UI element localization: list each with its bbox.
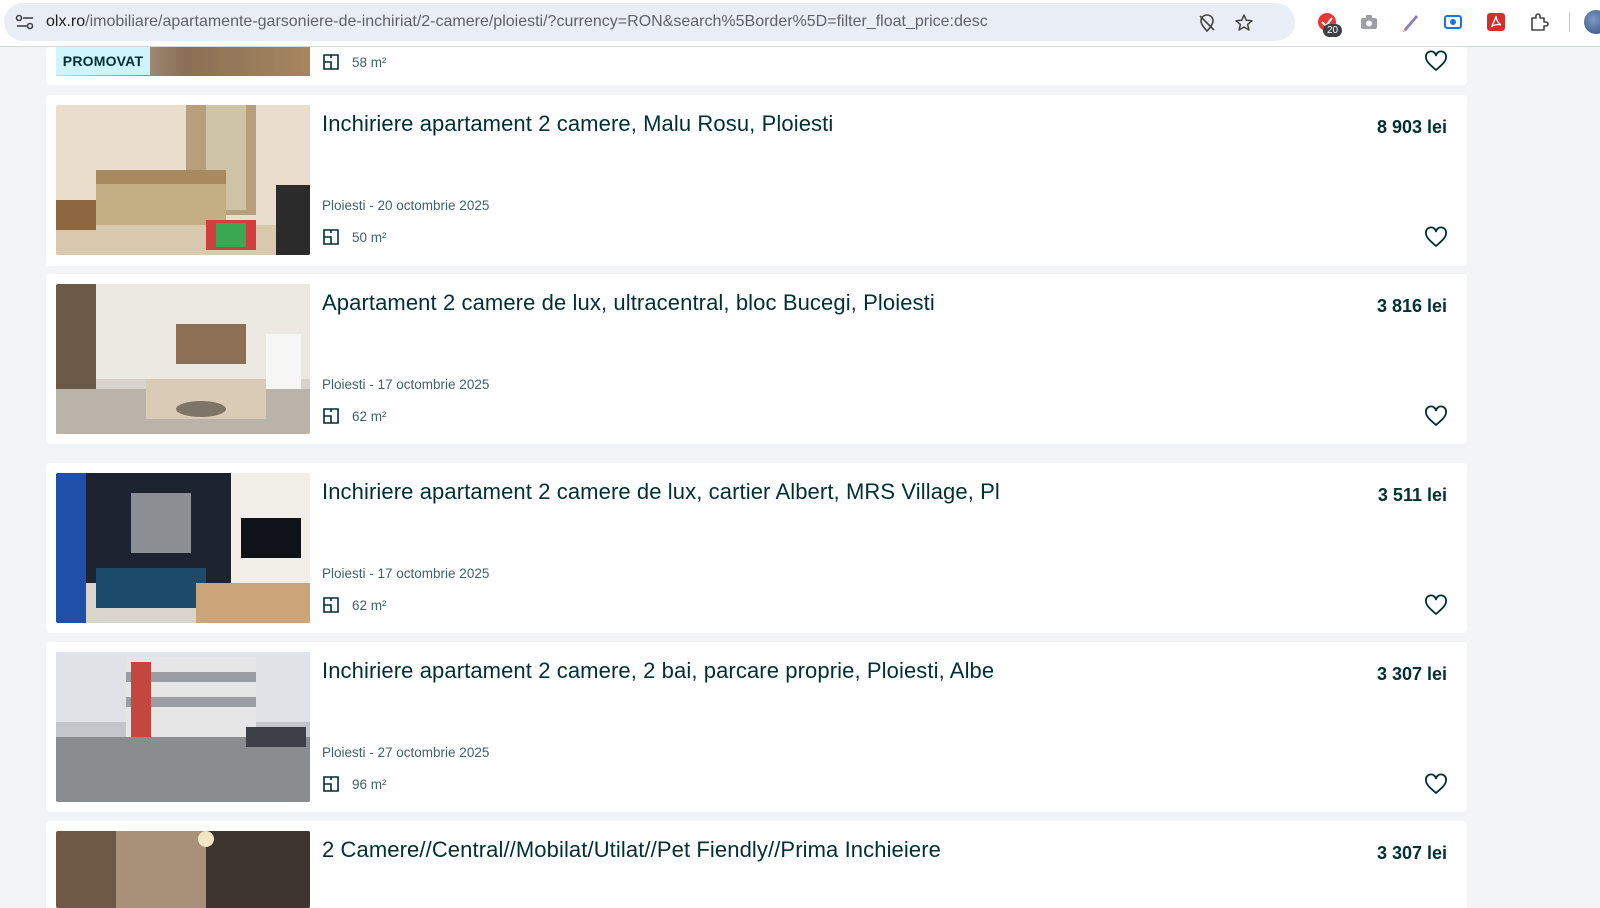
listing-title[interactable]: Inchiriere apartament 2 camere, 2 bai, p… (322, 658, 994, 684)
listing-card[interactable]: Inchiriere apartament 2 camere, 2 bai, p… (46, 642, 1467, 812)
area-icon (323, 597, 339, 613)
listing-price: 3 816 lei (1376, 296, 1447, 316)
listing-price: 8 903 lei (1376, 117, 1447, 137)
listing-card-partial[interactable]: PROMOVAT 58 m² (46, 47, 1467, 85)
toolbar-separator (1569, 12, 1570, 32)
bookmark-star-icon[interactable] (1234, 13, 1254, 33)
listing-title[interactable]: Apartament 2 camere de lux, ultracentral… (322, 290, 935, 316)
area-value: 50 m² (352, 229, 387, 245)
area-value: 62 m² (352, 597, 387, 613)
listing-photo[interactable] (56, 105, 310, 255)
screen-recorder-extension-icon[interactable] (1442, 11, 1464, 33)
listing-area: 50 m² (322, 228, 387, 246)
listing-area: 58 m² (322, 53, 387, 71)
area-icon (323, 229, 339, 245)
area-value: 96 m² (352, 776, 387, 792)
area-icon (323, 408, 339, 424)
listing-photo[interactable] (56, 831, 310, 908)
favorite-heart-icon[interactable] (1424, 773, 1448, 797)
url-host: olx.ro (46, 13, 86, 30)
area-value: 58 m² (352, 54, 387, 70)
listing-photo[interactable] (56, 652, 310, 802)
area-value: 62 m² (352, 408, 387, 424)
listing-area: 96 m² (322, 775, 387, 793)
listing-photo[interactable] (56, 284, 310, 434)
listing-card[interactable]: Inchiriere apartament 2 camere de lux, c… (46, 463, 1467, 633)
listing-title[interactable]: Inchiriere apartament 2 camere, Malu Ros… (322, 111, 833, 137)
pen-extension-icon[interactable] (1400, 11, 1422, 33)
profile-avatar[interactable] (1584, 10, 1600, 34)
extension-badge: 20 (1323, 24, 1343, 37)
favorite-heart-icon[interactable] (1424, 594, 1448, 618)
listing-location-date: Ploiesti - 20 octombrie 2025 (322, 198, 490, 213)
listing-location-date: Ploiesti - 17 octombrie 2025 (322, 377, 490, 392)
listing-price: 3 307 lei (1376, 843, 1447, 863)
listing-card[interactable]: Inchiriere apartament 2 camere, Malu Ros… (46, 95, 1467, 266)
extensions-puzzle-icon[interactable] (1528, 11, 1550, 33)
promoted-badge: PROMOVAT (56, 47, 150, 75)
area-icon (323, 54, 339, 70)
listing-title[interactable]: Inchiriere apartament 2 camere de lux, c… (322, 479, 1000, 505)
browser-toolbar: olx.ro/imobiliare/apartamente-garsoniere… (0, 0, 1600, 47)
listing-location-date: Ploiesti - 27 octombrie 2025 (322, 745, 490, 760)
pdf-extension-icon[interactable] (1485, 11, 1507, 33)
site-info-icon[interactable] (14, 12, 36, 32)
camera-extension-icon[interactable] (1358, 11, 1380, 33)
favorite-heart-icon[interactable] (1424, 226, 1448, 250)
listing-area: 62 m² (322, 407, 387, 425)
location-off-icon[interactable] (1197, 13, 1217, 33)
url-text[interactable]: olx.ro/imobiliare/apartamente-garsoniere… (46, 13, 988, 31)
listing-price: 3 307 lei (1376, 664, 1447, 684)
listing-price: 3 511 lei (1377, 485, 1447, 505)
listing-area: 62 m² (322, 596, 387, 614)
listing-card[interactable]: Apartament 2 camere de lux, ultracentral… (46, 274, 1467, 444)
favorite-heart-icon[interactable] (1424, 50, 1448, 74)
area-icon (323, 776, 339, 792)
listing-card[interactable]: 2 Camere//Central//Mobilat/Utilat//Pet F… (46, 821, 1467, 908)
url-path: /imobiliare/apartamente-garsoniere-de-in… (85, 13, 988, 30)
listing-photo[interactable] (56, 473, 310, 623)
listing-title[interactable]: 2 Camere//Central//Mobilat/Utilat//Pet F… (322, 837, 941, 863)
address-bar[interactable]: olx.ro/imobiliare/apartamente-garsoniere… (4, 3, 1295, 41)
listing-location-date: Ploiesti - 17 octombrie 2025 (322, 566, 490, 581)
favorite-heart-icon[interactable] (1424, 405, 1448, 429)
